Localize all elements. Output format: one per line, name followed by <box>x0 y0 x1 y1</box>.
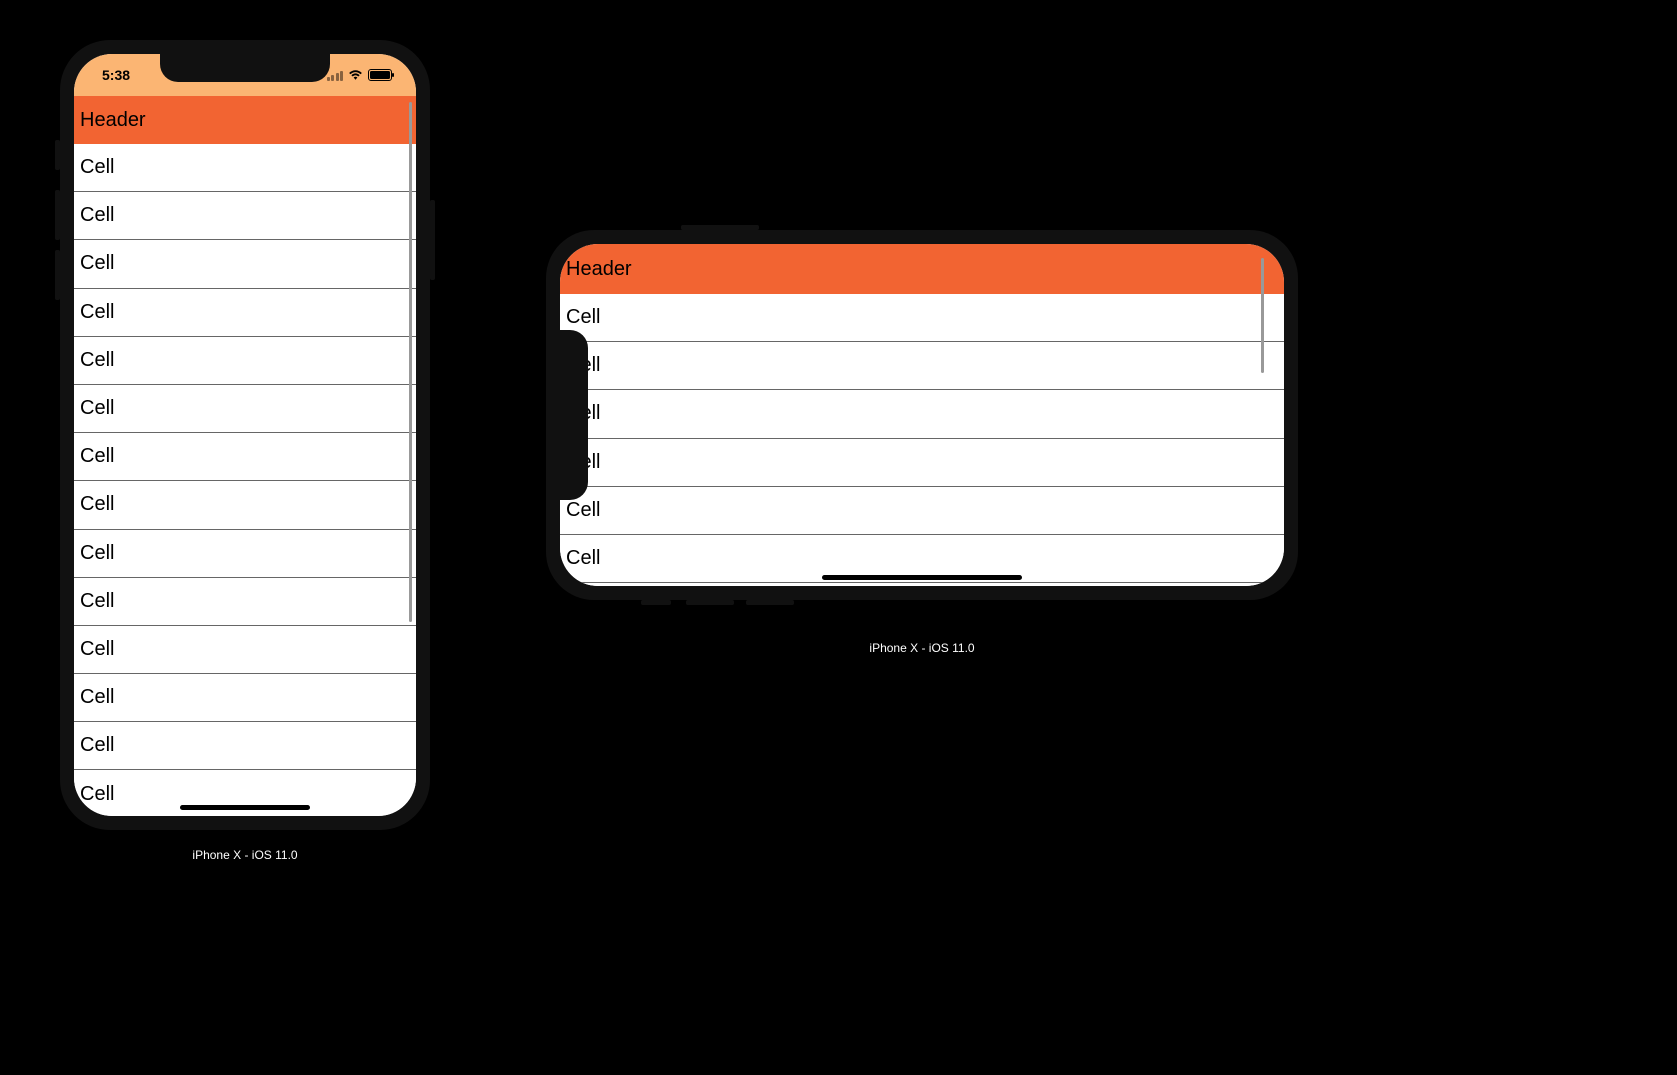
table-row[interactable]: Cell <box>560 390 1284 438</box>
cell-label: Cell <box>80 542 114 565</box>
cell-label: Cell <box>80 204 114 227</box>
cell-label: Cell <box>566 499 600 522</box>
cell-label: Cell <box>80 156 114 179</box>
wifi-icon <box>348 69 363 81</box>
cell-label: Cell <box>80 686 114 709</box>
table-row[interactable]: Cell <box>74 240 416 288</box>
iphone-landscape-frame: Header Cell Cell Cell Cell Cell Cell <box>546 230 1298 600</box>
cell-label: Cell <box>80 493 114 516</box>
cell-label: Cell <box>566 547 600 570</box>
table-row[interactable]: Cell <box>74 289 416 337</box>
volume-down-button <box>55 250 60 300</box>
portrait-screen[interactable]: 5:38 Header Cell Cell Cell Cell Cell Ce <box>74 54 416 816</box>
volume-up-button <box>55 190 60 240</box>
cellular-signal-icon <box>327 70 344 81</box>
table-row[interactable]: Cell <box>560 342 1284 390</box>
table-row[interactable]: Cell <box>74 578 416 626</box>
table-section-header: Header <box>560 244 1284 294</box>
header-label: Header <box>80 109 146 132</box>
scroll-indicator[interactable] <box>1261 258 1264 373</box>
power-button <box>681 225 759 230</box>
table-row[interactable]: Cell <box>74 144 416 192</box>
cell-label: Cell <box>80 301 114 324</box>
device-notch <box>160 54 330 82</box>
table-row[interactable]: Cell <box>74 385 416 433</box>
volume-up-button <box>686 600 734 605</box>
table-row[interactable]: Cell <box>74 481 416 529</box>
table-row[interactable]: Cell <box>74 192 416 240</box>
mute-switch <box>55 140 60 170</box>
cell-label: Cell <box>80 638 114 661</box>
table-row[interactable]: Cell <box>560 487 1284 535</box>
power-button <box>430 200 435 280</box>
cell-label: Cell <box>80 734 114 757</box>
cell-label: Cell <box>80 445 114 468</box>
device-caption-portrait: iPhone X - iOS 11.0 <box>60 848 430 862</box>
battery-icon <box>368 69 392 81</box>
cell-label: Cell <box>566 306 600 329</box>
device-caption-landscape: iPhone X - iOS 11.0 <box>546 641 1298 655</box>
scroll-indicator[interactable] <box>409 102 412 622</box>
table-row[interactable]: Cell <box>74 433 416 481</box>
mute-switch <box>641 600 671 605</box>
table-body[interactable]: Cell Cell Cell Cell Cell Cell Cell Cell … <box>74 144 416 816</box>
volume-down-button <box>746 600 794 605</box>
home-indicator[interactable] <box>822 575 1022 580</box>
table-row[interactable]: Cell <box>74 530 416 578</box>
home-indicator[interactable] <box>180 805 310 810</box>
table-row[interactable]: Cell <box>560 294 1284 342</box>
header-label: Header <box>566 258 632 281</box>
cell-label: Cell <box>80 397 114 420</box>
table-row[interactable]: Cell <box>74 626 416 674</box>
table-row[interactable]: Cell <box>74 337 416 385</box>
table-body[interactable]: Cell Cell Cell Cell Cell Cell <box>560 294 1284 586</box>
table-section-header: Header <box>74 96 416 144</box>
table-row[interactable]: Cell <box>74 722 416 770</box>
device-notch <box>560 330 588 500</box>
table-row[interactable]: Cell <box>74 674 416 722</box>
table-row[interactable]: Cell <box>560 439 1284 487</box>
iphone-portrait-frame: 5:38 Header Cell Cell Cell Cell Cell Ce <box>60 40 430 830</box>
cell-label: Cell <box>80 590 114 613</box>
cell-label: Cell <box>80 349 114 372</box>
cell-label: Cell <box>80 783 114 806</box>
status-right-icons <box>327 69 393 81</box>
status-time: 5:38 <box>102 67 130 83</box>
cell-label: Cell <box>80 252 114 275</box>
landscape-screen[interactable]: Header Cell Cell Cell Cell Cell Cell <box>560 244 1284 586</box>
